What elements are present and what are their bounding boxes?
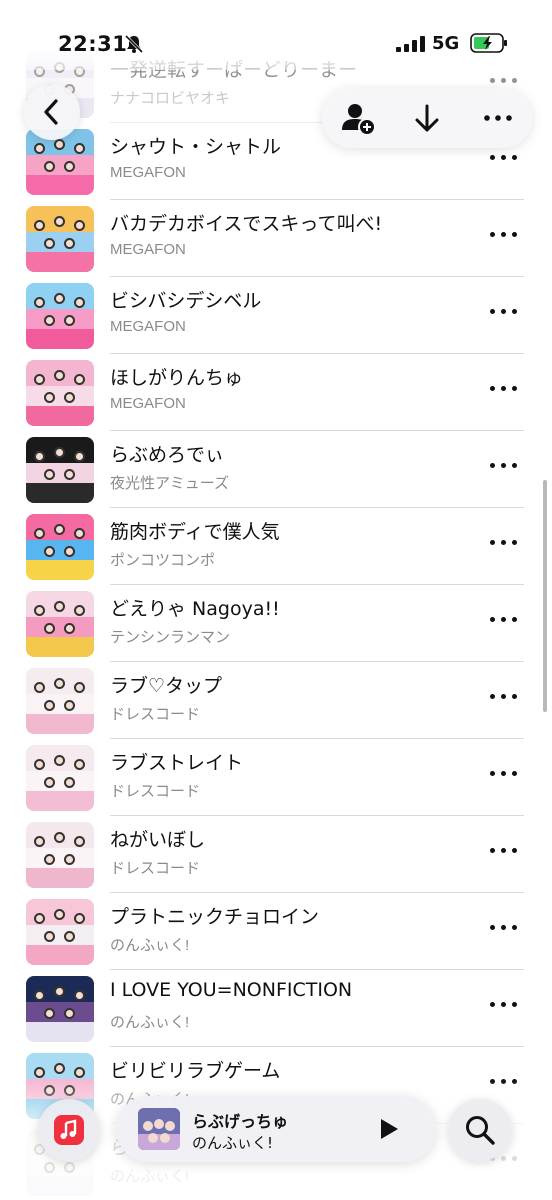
song-title: ビリビリラブゲーム	[110, 1060, 281, 1082]
download-button[interactable]	[407, 98, 447, 138]
song-row[interactable]: ねがいぼしドレスコード	[0, 816, 552, 893]
more-icon[interactable]	[490, 461, 520, 471]
more-icon[interactable]	[490, 923, 520, 933]
search-button[interactable]	[448, 1099, 512, 1161]
song-artist: ナナコロビヤオキ	[110, 90, 231, 107]
song-artist: ドレスコード	[110, 860, 201, 877]
chevron-left-icon	[44, 99, 58, 125]
song-artist: のんふぃく!	[110, 937, 190, 954]
song-title: バカデカボイスでスキって叫べ!	[110, 213, 383, 235]
status-bar: 22:31 5G	[0, 0, 552, 60]
song-title: I LOVE YOU=NONFICTION	[110, 979, 353, 1001]
album-artwork	[26, 360, 94, 426]
add-person-icon	[342, 104, 376, 136]
battery-charging-icon	[470, 33, 507, 53]
album-artwork	[26, 591, 94, 657]
song-artist: MEGAFON	[110, 164, 186, 181]
album-artwork	[26, 745, 94, 811]
more-icon[interactable]	[490, 153, 520, 163]
song-row[interactable]: ラブ♡タップドレスコード	[0, 662, 552, 739]
more-icon[interactable]	[490, 230, 520, 240]
now-playing-title: らぶげっちゅ	[192, 1112, 289, 1131]
more-icon[interactable]	[490, 538, 520, 548]
more-icon[interactable]	[490, 384, 520, 394]
more-icon[interactable]	[490, 76, 520, 86]
song-artist: のんふぃく!	[110, 1014, 190, 1031]
music-app-button[interactable]	[38, 1099, 100, 1161]
add-person-button[interactable]	[338, 98, 378, 138]
back-button[interactable]	[24, 84, 80, 140]
song-artist: 夜光性アミューズ	[110, 475, 229, 492]
more-icon[interactable]	[490, 307, 520, 317]
song-row[interactable]: ラブストレイトドレスコード	[0, 739, 552, 816]
album-artwork	[26, 899, 94, 965]
album-artwork	[26, 976, 94, 1042]
more-icon	[484, 115, 512, 121]
song-row[interactable]: らぶめろでぃ夜光性アミューズ	[0, 431, 552, 508]
more-icon[interactable]	[490, 846, 520, 856]
song-title: プラトニックチョロイン	[110, 906, 320, 928]
song-title: ビシバシデシベル	[110, 290, 262, 312]
album-artwork	[26, 822, 94, 888]
song-row[interactable]: プラトニックチョロインのんふぃく!	[0, 893, 552, 970]
song-title: ねがいぼし	[110, 829, 206, 851]
song-artist: ポンコツコンポ	[110, 552, 216, 569]
song-artist: ドレスコード	[110, 706, 201, 723]
song-title: ほしがりんちゅ	[110, 367, 244, 389]
song-title: らぶめろでぃ	[110, 444, 225, 466]
song-title: 筋肉ボディで僕人気	[110, 521, 280, 543]
song-row[interactable]: 筋肉ボディで僕人気ポンコツコンポ	[0, 508, 552, 585]
song-title: ラブ♡タップ	[110, 675, 223, 697]
now-playing-artist: のんふぃく!	[192, 1134, 274, 1152]
action-toolbar	[322, 88, 532, 148]
song-artist: テンシンランマン	[110, 629, 231, 646]
song-title: どえりゃ Nagoya!!	[110, 598, 280, 620]
song-artist: MEGAFON	[110, 241, 186, 258]
search-icon	[466, 1116, 495, 1145]
song-title: ラブストレイト	[110, 752, 244, 774]
bell-muted-icon	[124, 34, 144, 54]
song-row[interactable]: ほしがりんちゅ MEGAFON	[0, 354, 552, 431]
now-playing-artwork	[138, 1108, 180, 1150]
more-icon[interactable]	[490, 692, 520, 702]
more-options-button[interactable]	[478, 98, 518, 138]
song-artist: MEGAFON	[110, 318, 186, 335]
album-artwork	[26, 514, 94, 580]
song-artist: ドレスコード	[110, 783, 201, 800]
song-title: シャウト・シャトル	[110, 136, 282, 158]
music-app-icon	[54, 1115, 84, 1145]
network-type: 5G	[432, 33, 460, 54]
play-icon[interactable]	[378, 1118, 400, 1140]
cellular-signal-icon	[396, 36, 425, 52]
now-playing-bar[interactable]: らぶげっちゅ のんふぃく!	[116, 1096, 436, 1162]
more-icon[interactable]	[490, 615, 520, 625]
album-artwork	[26, 129, 94, 195]
more-icon[interactable]	[490, 769, 520, 779]
song-row[interactable]: I LOVE YOU=NONFICTION のんふぃく!	[0, 970, 552, 1047]
download-icon	[415, 104, 439, 132]
song-row[interactable]: ビシバシデシベル MEGAFON	[0, 277, 552, 354]
song-row[interactable]: バカデカボイスでスキって叫べ! MEGAFON	[0, 200, 552, 277]
album-artwork	[26, 437, 94, 503]
album-artwork	[26, 668, 94, 734]
album-artwork	[26, 206, 94, 272]
album-artwork	[26, 283, 94, 349]
scroll-indicator[interactable]	[543, 480, 547, 712]
song-row[interactable]: どえりゃ Nagoya!! テンシンランマン	[0, 585, 552, 662]
song-artist: MEGAFON	[110, 395, 186, 412]
status-time: 22:31	[58, 32, 128, 56]
more-icon[interactable]	[490, 1000, 520, 1010]
